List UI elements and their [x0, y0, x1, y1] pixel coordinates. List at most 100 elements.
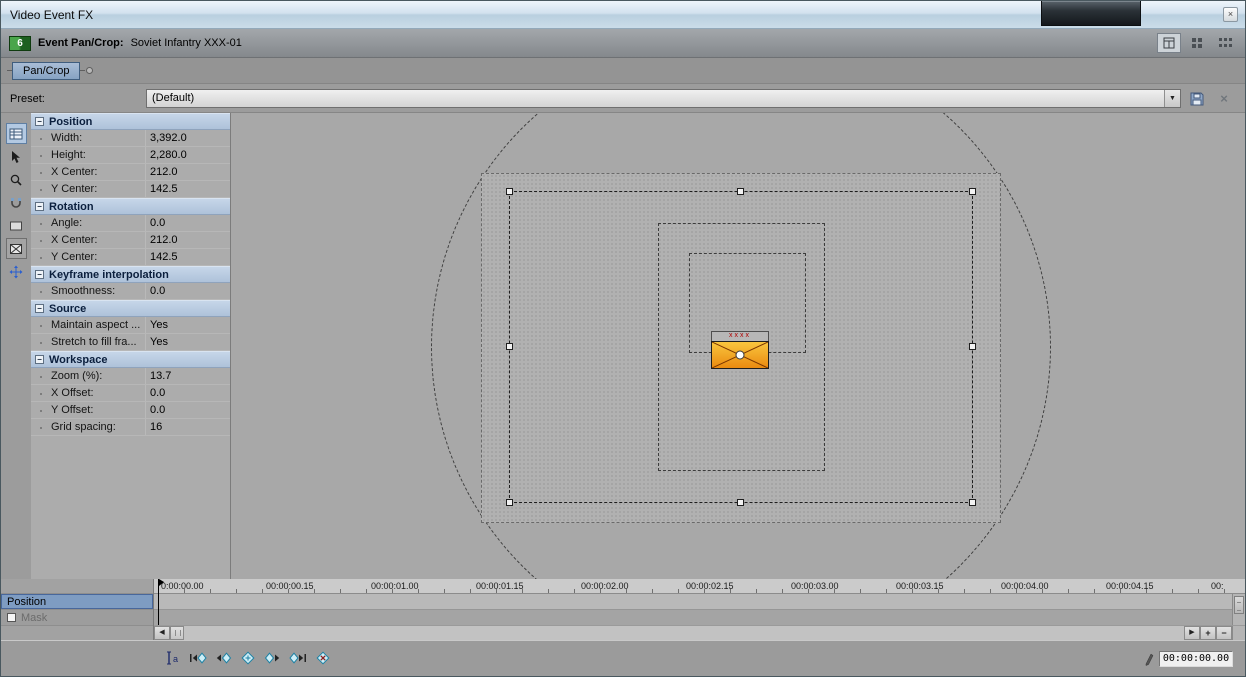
grid-large-layout-button[interactable]: [1213, 33, 1237, 53]
close-button[interactable]: ×: [1223, 7, 1238, 22]
insert-keyframe-button[interactable]: [238, 650, 258, 666]
tab-pan-crop[interactable]: Pan/Crop: [12, 61, 81, 80]
property-value[interactable]: 212.0: [150, 166, 178, 178]
collapse-icon[interactable]: −: [35, 355, 44, 364]
move-freely-button[interactable]: [6, 261, 27, 282]
snapping-toggle-button[interactable]: [6, 192, 27, 213]
cursor-time-display[interactable]: 00:00:00.00: [1159, 651, 1233, 667]
property-row[interactable]: Y Center: 142.5: [31, 249, 230, 266]
scale-about-center-button[interactable]: [5, 238, 27, 259]
grid-small-layout-button[interactable]: [1185, 33, 1209, 53]
property-value[interactable]: 0.0: [150, 285, 165, 297]
property-row[interactable]: Y Center: 142.5: [31, 181, 230, 198]
title-bar[interactable]: Video Event FX ×: [1, 1, 1245, 29]
zoom-in-time-button[interactable]: +: [1200, 626, 1216, 640]
vertical-scroll-thumb[interactable]: [1234, 596, 1244, 614]
media-preview[interactable]: xxxx: [711, 331, 769, 369]
section-header-rotation[interactable]: − Rotation: [31, 198, 230, 215]
mask-keyframe-track[interactable]: [154, 610, 1245, 625]
section-header-position[interactable]: − Position: [31, 113, 230, 130]
property-value[interactable]: 0.0: [150, 217, 165, 229]
position-keyframe-track[interactable]: [154, 594, 1245, 610]
property-row[interactable]: Height: 2,280.0: [31, 147, 230, 164]
delete-preset-button[interactable]: ×: [1213, 89, 1235, 109]
crop-handle-middle-left[interactable]: [506, 343, 513, 350]
property-value[interactable]: 142.5: [150, 251, 178, 263]
property-row[interactable]: Smoothness: 0.0: [31, 283, 230, 300]
property-value[interactable]: 3,392.0: [150, 132, 187, 144]
crop-handle-top-right[interactable]: [969, 188, 976, 195]
chevron-down-icon[interactable]: ▼: [1164, 90, 1180, 107]
property-row[interactable]: Angle: 0.0: [31, 215, 230, 232]
property-row[interactable]: X Offset: 0.0: [31, 385, 230, 402]
normal-edit-tool-button[interactable]: [6, 146, 27, 167]
mask-checkbox[interactable]: [7, 613, 16, 622]
preset-combobox[interactable]: (Default) ▼: [146, 89, 1181, 108]
property-row[interactable]: Stretch to fill fra... Yes: [31, 334, 230, 351]
property-label: X Center:: [51, 234, 98, 246]
property-value[interactable]: 13.7: [150, 370, 171, 382]
property-value[interactable]: 16: [150, 421, 162, 433]
section-header-keyframe-interpolation[interactable]: − Keyframe interpolation: [31, 266, 230, 283]
collapse-icon[interactable]: −: [35, 202, 44, 211]
lock-aspect-ratio-button[interactable]: [6, 215, 27, 236]
show-properties-button[interactable]: [5, 123, 27, 144]
save-preset-button[interactable]: [1186, 89, 1208, 109]
crop-handle-bottom-right[interactable]: [969, 499, 976, 506]
property-row[interactable]: Grid spacing: 16: [31, 419, 230, 436]
fx-chain-row: Pan/Crop: [1, 58, 1245, 84]
timeline-vertical-scrollbar[interactable]: [1232, 594, 1245, 625]
property-value[interactable]: Yes: [150, 319, 168, 331]
section-header-source[interactable]: − Source: [31, 300, 230, 317]
property-row[interactable]: Y Offset: 0.0: [31, 402, 230, 419]
crop-handle-top-center[interactable]: [737, 188, 744, 195]
previous-keyframe-icon: [216, 652, 232, 664]
property-row[interactable]: X Center: 212.0: [31, 232, 230, 249]
property-value[interactable]: 2,280.0: [150, 149, 187, 161]
property-value[interactable]: 0.0: [150, 404, 165, 416]
timeline-ruler[interactable]: 0:00:00.00 00:00:00.15 00:00:01.00 00:00…: [154, 579, 1245, 594]
crop-handle-bottom-left[interactable]: [506, 499, 513, 506]
collapse-icon[interactable]: −: [35, 270, 44, 279]
property-label: X Center:: [51, 166, 98, 178]
next-keyframe-button[interactable]: [263, 650, 283, 666]
first-keyframe-button[interactable]: [188, 650, 208, 666]
horizontal-scroll-thumb[interactable]: [170, 626, 184, 640]
property-row[interactable]: Zoom (%): 13.7: [31, 368, 230, 385]
bullet-icon: [40, 257, 42, 259]
property-label: Stretch to fill fra...: [51, 336, 137, 348]
edit-cursor-flag[interactable]: [159, 579, 164, 586]
scroll-right-button[interactable]: ▶: [1184, 626, 1200, 640]
property-row[interactable]: X Center: 212.0: [31, 164, 230, 181]
property-value[interactable]: 212.0: [150, 234, 178, 246]
property-row[interactable]: Width: 3,392.0: [31, 130, 230, 147]
track-row-mask[interactable]: Mask: [1, 610, 153, 626]
keyframe-tracks[interactable]: [154, 594, 1245, 625]
crop-handle-top-left[interactable]: [506, 188, 513, 195]
property-row[interactable]: Maintain aspect ... Yes: [31, 317, 230, 334]
crop-handle-middle-right[interactable]: [969, 343, 976, 350]
previous-keyframe-button[interactable]: [213, 650, 233, 666]
preset-label: Preset:: [10, 92, 45, 105]
property-value[interactable]: Yes: [150, 336, 168, 348]
last-keyframe-button[interactable]: [288, 650, 308, 666]
property-value[interactable]: 0.0: [150, 387, 165, 399]
scroll-left-button[interactable]: ◀: [154, 626, 170, 640]
collapse-icon[interactable]: −: [35, 304, 44, 313]
plugin-layout-toggle-button[interactable]: [1157, 33, 1181, 53]
edit-cursor[interactable]: [158, 579, 159, 625]
property-value[interactable]: 142.5: [150, 183, 178, 195]
crop-handle-bottom-center[interactable]: [737, 499, 744, 506]
delete-keyframe-button[interactable]: [313, 650, 333, 666]
pan-crop-workspace[interactable]: xxxx: [231, 113, 1245, 579]
zoom-edit-tool-button[interactable]: [6, 169, 27, 190]
scroll-track[interactable]: [184, 626, 1184, 640]
zoom-out-time-button[interactable]: −: [1216, 626, 1232, 640]
track-row-position[interactable]: Position: [1, 594, 153, 610]
bullet-icon: [40, 172, 42, 174]
sync-cursor-button[interactable]: a: [163, 650, 183, 666]
timeline-right: 0:00:00.00 00:00:00.15 00:00:01.00 00:00…: [154, 579, 1245, 640]
rotation-center-icon[interactable]: [712, 342, 768, 368]
collapse-icon[interactable]: −: [35, 117, 44, 126]
section-header-workspace[interactable]: − Workspace: [31, 351, 230, 368]
